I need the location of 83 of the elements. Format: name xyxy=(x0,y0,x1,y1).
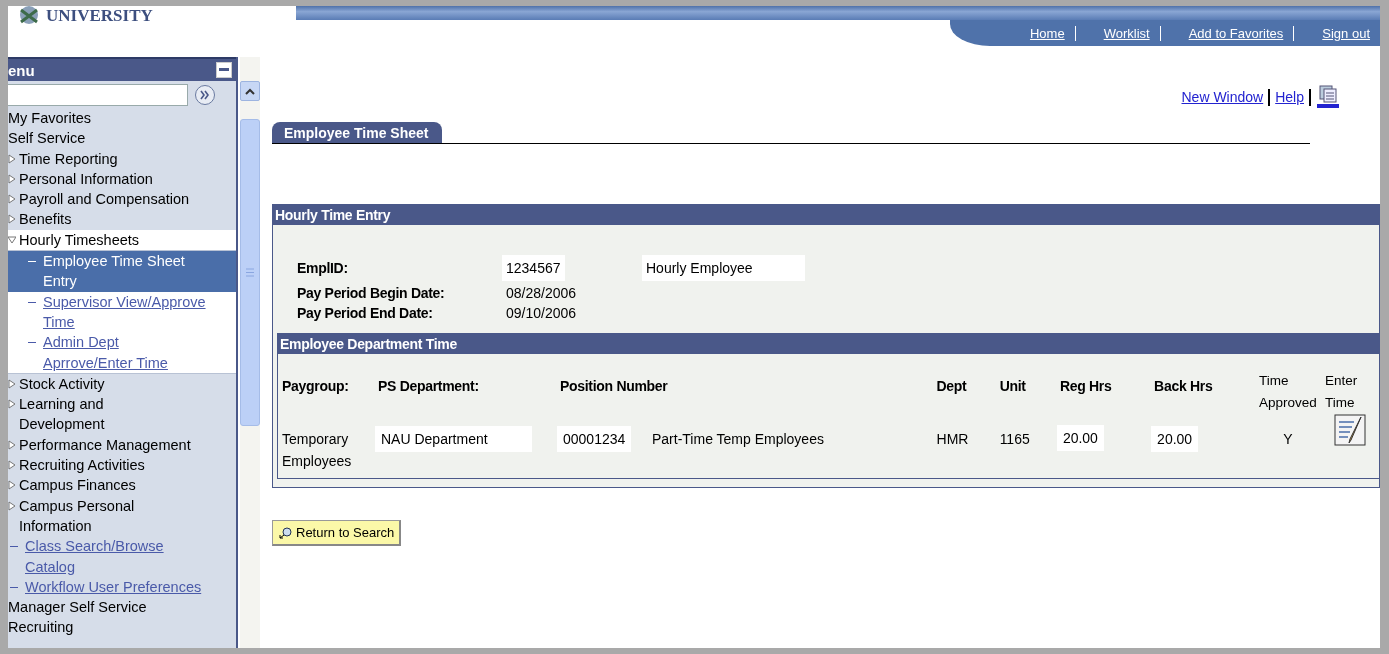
caret-right-icon xyxy=(8,214,16,225)
go-button[interactable] xyxy=(194,83,216,106)
column-header: Back Hrs xyxy=(1153,377,1214,396)
table-cell-text: Y xyxy=(1282,430,1294,449)
menu-link[interactable]: Class Search/Browse Catalog xyxy=(8,536,236,577)
table-cell-text: Temporary Employees xyxy=(281,430,353,471)
caret-right-icon xyxy=(8,194,16,205)
field-value: 08/28/2006 xyxy=(505,285,578,301)
menu-heading[interactable]: My Favorites xyxy=(8,108,91,129)
caret-right-icon xyxy=(8,153,16,164)
field-label: Pay Period End Date: xyxy=(297,305,434,321)
menu-heading[interactable]: Self Service xyxy=(8,128,86,149)
menu-folder[interactable]: Personal Information xyxy=(19,168,153,190)
nav-link[interactable]: Add to Favorites xyxy=(1159,25,1294,41)
caret-right-icon xyxy=(8,399,16,410)
scrollbar[interactable] xyxy=(240,57,260,648)
dash-icon xyxy=(28,261,36,263)
menu-folder[interactable]: Payroll and Compensation xyxy=(19,189,190,210)
employee-name-field: Hourly Employee xyxy=(642,255,805,281)
dash-icon xyxy=(10,586,18,588)
field-label: EmplID: xyxy=(297,260,349,276)
column-header: Position Number xyxy=(559,377,669,396)
nav-link[interactable]: Sign out xyxy=(1293,25,1380,41)
menu-link[interactable]: Admin Dept Aprrove/Enter Time xyxy=(8,332,236,373)
field-value: 09/10/2006 xyxy=(505,305,578,321)
caret-right-icon xyxy=(8,480,16,491)
dash-icon xyxy=(10,546,18,548)
section-title: Hourly Time Entry xyxy=(273,205,1379,225)
dash-icon xyxy=(28,301,36,303)
chevron-up-icon xyxy=(245,87,255,95)
field-label: Pay Period Begin Date: xyxy=(297,285,446,301)
back-hrs-field: 20.00 xyxy=(1151,426,1199,452)
help-link[interactable]: Help xyxy=(1275,89,1304,105)
column-header: Dept xyxy=(935,377,968,396)
caret-right-icon xyxy=(8,378,16,389)
menu-title: enu xyxy=(8,61,35,79)
caret-right-icon xyxy=(8,460,16,471)
reg-hrs-field: 20.00 xyxy=(1056,425,1104,451)
table-cell-text: 1165 xyxy=(998,430,1031,449)
return-to-search-button[interactable]: Return to Search xyxy=(272,520,402,546)
nav-link[interactable]: Home xyxy=(1029,25,1075,41)
menu-folder[interactable]: Time Reporting xyxy=(19,148,118,169)
caret-right-icon xyxy=(8,500,16,511)
menu-folder[interactable]: Recruiting Activities xyxy=(19,455,145,476)
menu-folder[interactable]: Stock Activity xyxy=(19,373,105,395)
column-header: Paygroup: xyxy=(281,377,350,396)
menu-link[interactable]: Employee Time Sheet Entry xyxy=(8,251,236,292)
emplid-field: 1234567 xyxy=(502,255,565,281)
position-field: 00001234 xyxy=(557,426,632,452)
dash-icon xyxy=(28,342,36,344)
logo-text: UNIVERSITY xyxy=(46,6,153,26)
menu-folder[interactable]: Performance Management xyxy=(19,434,191,456)
minus-icon xyxy=(219,68,229,72)
column-header: PS Department: xyxy=(377,377,480,396)
caret-right-icon xyxy=(8,173,16,184)
menu-heading[interactable]: Manager Self Service xyxy=(8,597,147,618)
section-title: Employee Department Time xyxy=(278,334,1379,354)
table-cell-text: Part-Time Temp Employees xyxy=(651,430,825,449)
menu-folder[interactable]: Benefits xyxy=(19,209,72,230)
tab[interactable]: Employee Time Sheet xyxy=(272,122,443,143)
column-header: Reg Hrs xyxy=(1058,377,1113,396)
column-header: Unit xyxy=(998,377,1027,396)
nav-link[interactable]: Worklist xyxy=(1074,25,1160,41)
new-window-link[interactable]: New Window xyxy=(1181,89,1264,105)
department-field: NAU Department xyxy=(375,426,532,452)
scroll-up-button[interactable] xyxy=(240,81,260,101)
column-header: Time Approved xyxy=(1258,372,1318,412)
scroll-thumb[interactable] xyxy=(240,119,260,426)
caret-right-icon xyxy=(8,439,16,450)
menu-link[interactable]: Supervisor View/Approve Time xyxy=(8,291,236,333)
search-icon xyxy=(278,525,294,540)
menu-heading[interactable]: Recruiting xyxy=(8,617,74,638)
http-link-icon[interactable] xyxy=(1316,85,1340,109)
menu-link[interactable]: Workflow User Preferences xyxy=(8,576,236,598)
column-header: Enter Time xyxy=(1321,370,1379,414)
grip-icon xyxy=(246,268,254,277)
collapse-button[interactable] xyxy=(216,62,232,78)
menu-folder[interactable]: Learning and Development xyxy=(19,394,105,435)
notepad-icon[interactable] xyxy=(1334,414,1366,446)
table-cell-text: HMR xyxy=(935,430,970,449)
search-field[interactable] xyxy=(8,83,188,106)
menu-folder[interactable]: Campus Finances xyxy=(19,475,136,496)
menu-folder[interactable]: Campus Personal Information xyxy=(19,495,135,537)
